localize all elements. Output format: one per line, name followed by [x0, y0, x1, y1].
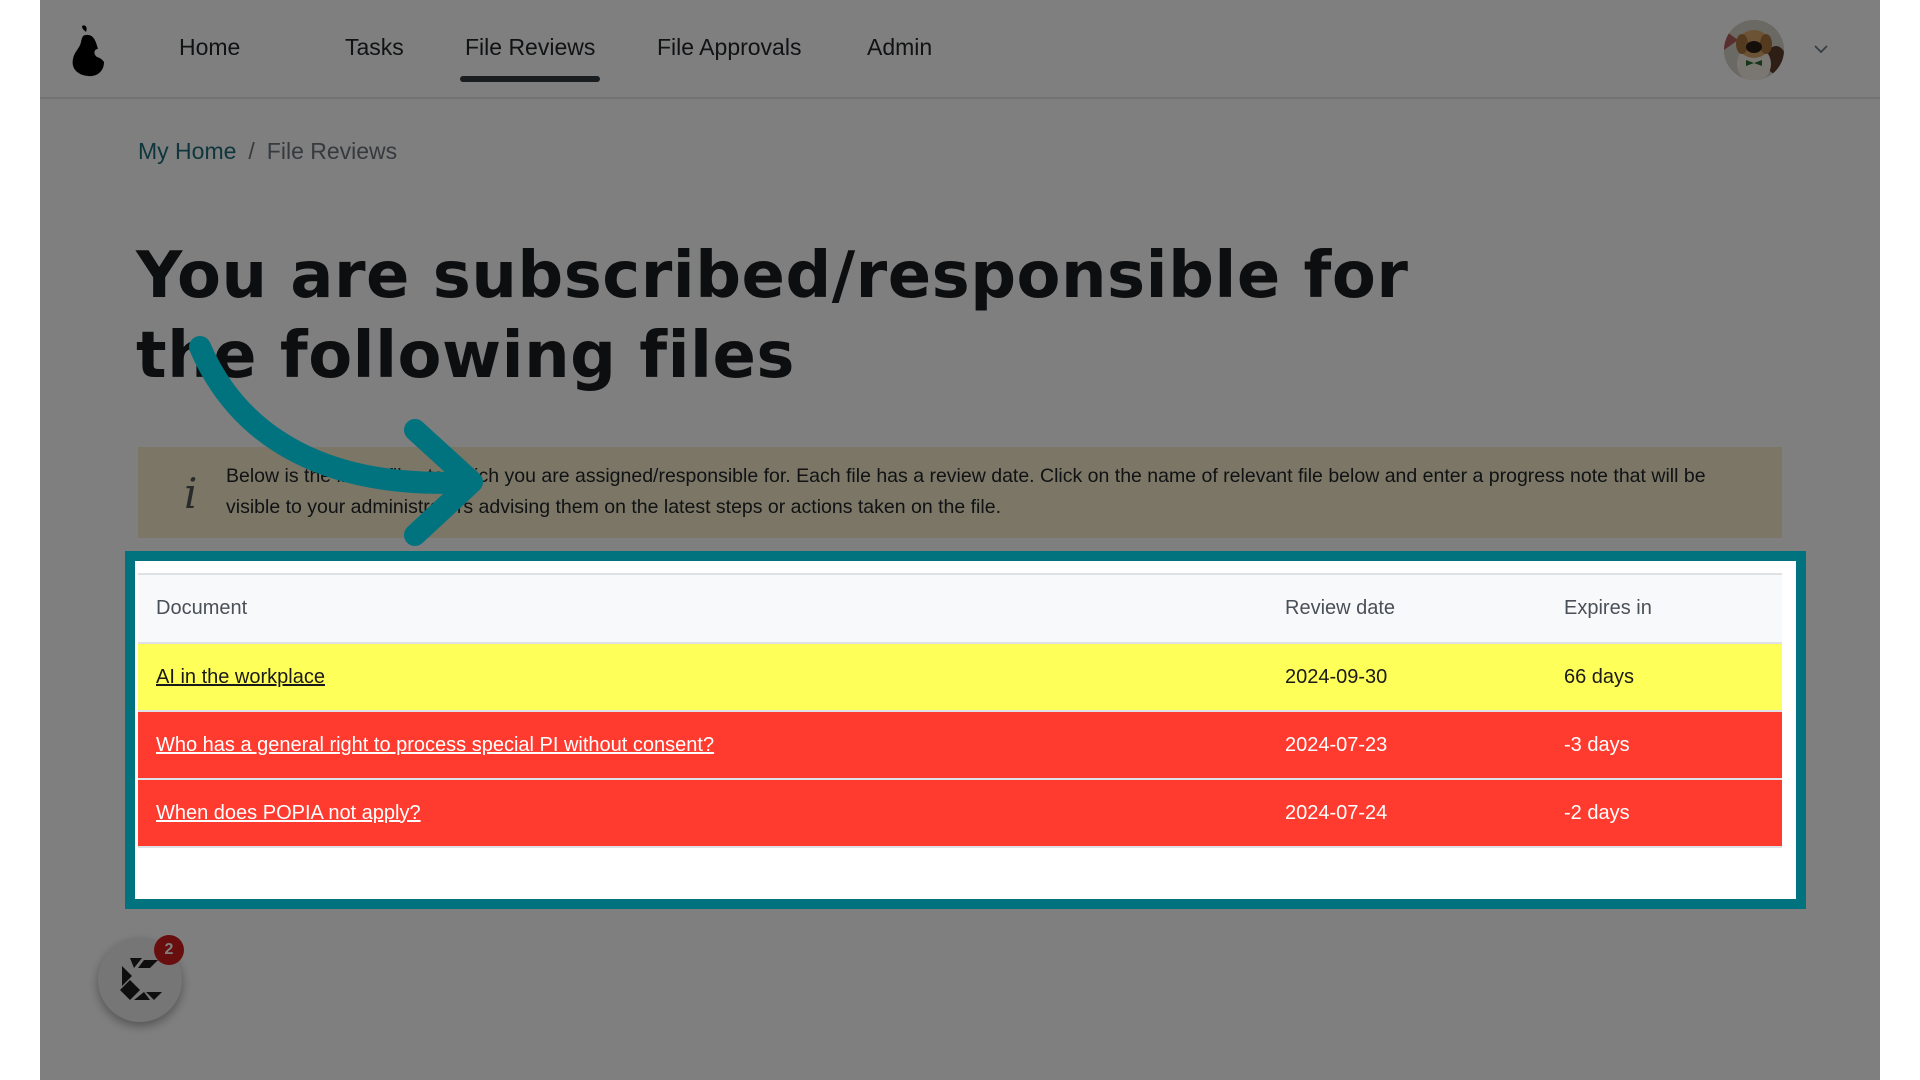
breadcrumb-my-home[interactable]: My Home: [138, 138, 236, 164]
breadcrumb: My Home / File Reviews: [138, 138, 397, 165]
document-cell: When does POPIA not apply?: [138, 779, 1267, 848]
review-date-cell: 2024-09-30: [1267, 643, 1546, 712]
page: Home Tasks File Reviews File Approvals A…: [40, 0, 1880, 1080]
page-title: You are subscribed/responsible for the f…: [136, 236, 1436, 396]
dog-photo-icon: [1724, 20, 1784, 80]
column-header-document[interactable]: Document: [138, 573, 1267, 644]
page-title-line-2: the following files: [136, 319, 795, 393]
column-header-review-date[interactable]: Review date: [1267, 573, 1546, 644]
notification-badge: 2: [154, 935, 184, 965]
chevron-down-icon[interactable]: [1812, 40, 1830, 58]
table-header-row: Document Review date Expires in: [138, 573, 1782, 644]
info-text: Below is the list of files to which you …: [226, 465, 1706, 518]
user-avatar[interactable]: [1724, 20, 1784, 80]
page-title-line-1: You are subscribed/responsible for: [136, 239, 1409, 313]
expires-in-cell: -2 days: [1546, 779, 1782, 848]
nav-file-approvals[interactable]: File Approvals: [657, 34, 801, 61]
document-cell: Who has a general right to process speci…: [138, 711, 1267, 780]
expires-in-cell: 66 days: [1546, 643, 1782, 712]
document-link[interactable]: Who has a general right to process speci…: [156, 734, 714, 756]
nav-file-reviews[interactable]: File Reviews: [459, 34, 601, 82]
document-link[interactable]: AI in the workplace: [156, 666, 325, 688]
table-row: Who has a general right to process speci…: [138, 711, 1782, 780]
pear-logo-icon[interactable]: [68, 22, 108, 78]
column-header-expires-in[interactable]: Expires in: [1546, 573, 1782, 644]
breadcrumb-current: File Reviews: [266, 138, 398, 164]
review-date-cell: 2024-07-23: [1267, 711, 1546, 780]
breadcrumb-separator: /: [248, 138, 255, 164]
info-alert: i Below is the list of files to which yo…: [138, 447, 1782, 538]
table-row: AI in the workplace 2024-09-30 66 days: [138, 643, 1782, 712]
info-icon: i: [184, 469, 198, 518]
top-navigation: Home Tasks File Reviews File Approvals A…: [40, 0, 1880, 99]
table-row: When does POPIA not apply? 2024-07-24 -2…: [138, 779, 1782, 848]
review-date-cell: 2024-07-24: [1267, 779, 1546, 848]
file-reviews-table: Document Review date Expires in AI in th…: [138, 573, 1782, 848]
expires-in-cell: -3 days: [1546, 711, 1782, 780]
nav-tasks[interactable]: Tasks: [345, 34, 404, 61]
nav-admin[interactable]: Admin: [867, 34, 932, 61]
document-link[interactable]: When does POPIA not apply?: [156, 802, 421, 824]
document-cell: AI in the workplace: [138, 643, 1267, 712]
nav-home[interactable]: Home: [179, 34, 240, 61]
